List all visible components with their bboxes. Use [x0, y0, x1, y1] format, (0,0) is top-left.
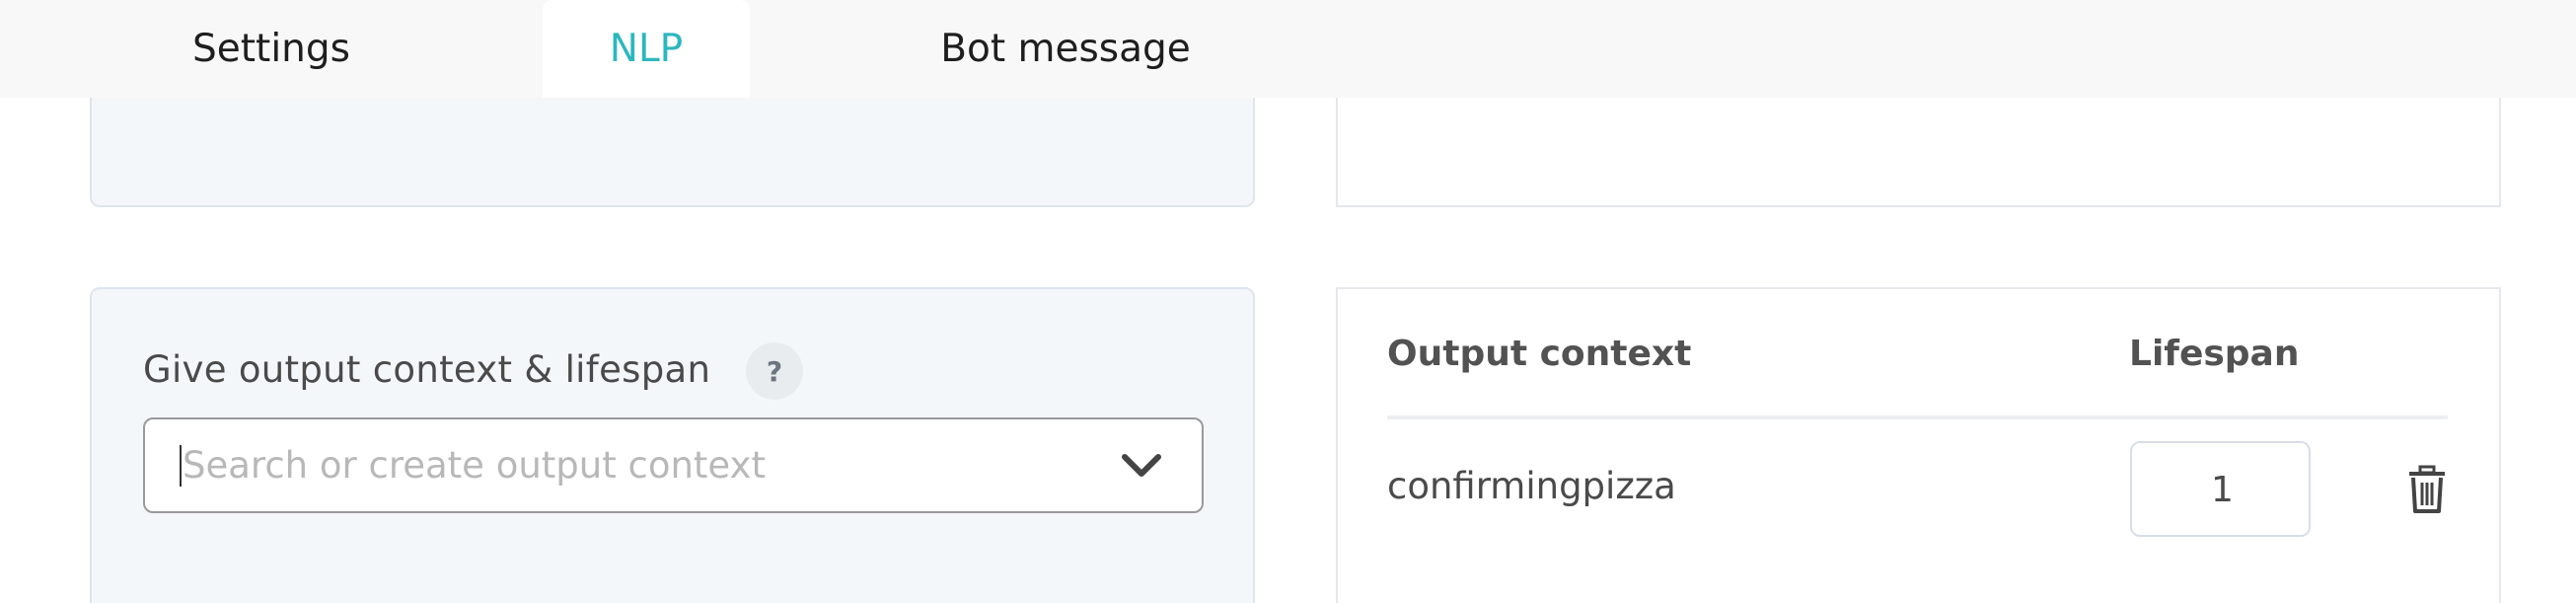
lifespan-input[interactable]	[2132, 443, 2313, 537]
tab-settings[interactable]: Settings	[148, 0, 395, 98]
text-cursor	[180, 445, 182, 487]
output-context-label: Give output context & lifespan	[143, 348, 711, 391]
header-divider	[1387, 415, 2448, 419]
trash-icon[interactable]	[2405, 465, 2449, 514]
output-context-table: Output context Lifespan confirmingpizza	[1336, 287, 2501, 603]
output-context-search-input[interactable]	[183, 419, 1070, 511]
intent-editor: Settings NLP Bot message Give output con…	[0, 0, 2576, 603]
lifespan-field[interactable]	[2130, 441, 2313, 537]
column-header-output-context: Output context	[1387, 334, 1692, 374]
output-context-search[interactable]	[143, 417, 1204, 513]
tab-bar: Settings NLP Bot message	[0, 0, 2576, 98]
column-header-lifespan: Lifespan	[2129, 334, 2300, 374]
help-icon[interactable]: ?	[746, 342, 803, 400]
output-context-name: confirmingpizza	[1387, 465, 1676, 507]
output-context-form: Give output context & lifespan ?	[90, 287, 1255, 603]
chevron-down-icon[interactable]	[1119, 445, 1164, 485]
tab-nlp[interactable]: NLP	[543, 0, 750, 98]
tab-bot-message[interactable]: Bot message	[888, 0, 1243, 98]
